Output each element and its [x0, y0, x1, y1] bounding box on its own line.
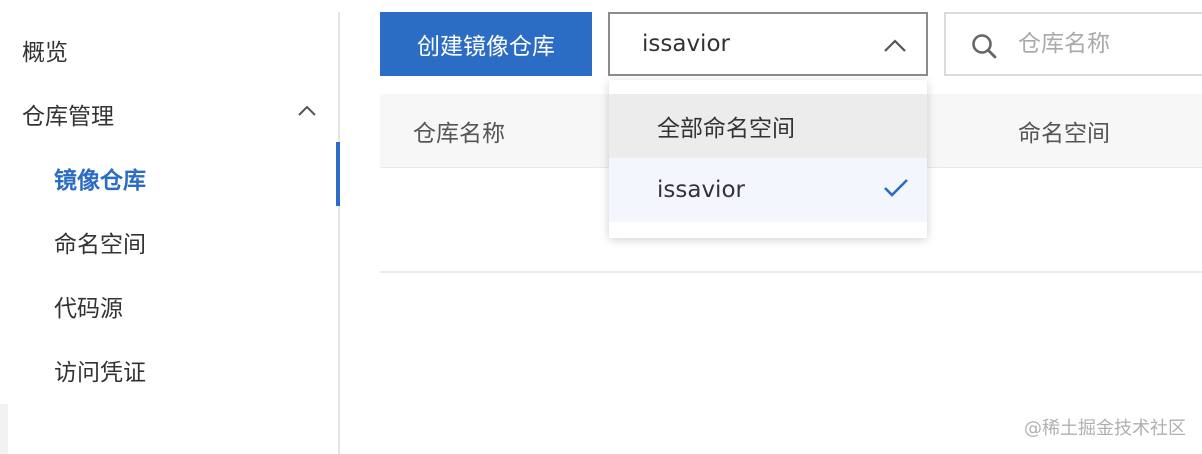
sidebar-item-namespaces[interactable]: 命名空间: [54, 210, 146, 274]
sidebar-group-label: 仓库管理: [22, 104, 114, 130]
column-header-namespace[interactable]: 命名空间: [1018, 94, 1110, 168]
search-box: [944, 12, 1202, 76]
create-repo-button-label: 创建镜像仓库: [417, 34, 555, 60]
create-repo-button[interactable]: 创建镜像仓库: [380, 12, 592, 76]
sidebar-item-label: 访问凭证: [54, 360, 146, 386]
sidebar-item-code-sources[interactable]: 代码源: [54, 274, 123, 338]
chevron-up-icon: [884, 39, 906, 52]
sidebar-item-label: 代码源: [54, 296, 123, 322]
sidebar-group-repo-management[interactable]: 仓库管理: [22, 82, 114, 146]
sidebar-item-label: 概览: [22, 40, 68, 66]
column-header-repo-name[interactable]: 仓库名称: [413, 94, 505, 168]
active-indicator: [336, 142, 340, 206]
dropdown-option-label: issavior: [657, 177, 745, 203]
dropdown-option-all-namespaces[interactable]: 全部命名空间: [609, 94, 927, 158]
sidebar-item-image-repos[interactable]: 镜像仓库: [54, 146, 146, 210]
table-body-divider: [380, 271, 1202, 273]
sidebar: 概览 仓库管理 镜像仓库 命名空间 代码源 访问凭证: [0, 0, 340, 454]
search-input[interactable]: [1018, 24, 1202, 64]
sidebar-item-label: 命名空间: [54, 232, 146, 258]
search-icon[interactable]: [970, 32, 998, 60]
dropdown-option-label: 全部命名空间: [657, 116, 795, 142]
namespace-select-value: issavior: [642, 31, 730, 57]
check-icon: [884, 179, 908, 197]
sidebar-edge: [0, 404, 8, 454]
sidebar-item-access-credentials[interactable]: 访问凭证: [54, 338, 146, 402]
watermark: @稀土掘金技术社区: [1024, 418, 1186, 439]
chevron-up-icon[interactable]: [296, 104, 318, 118]
sidebar-divider: [338, 12, 340, 454]
sidebar-item-overview[interactable]: 概览: [22, 18, 68, 82]
namespace-select[interactable]: issavior: [608, 12, 928, 76]
dropdown-option-issavior[interactable]: issavior: [609, 158, 927, 222]
sidebar-item-label: 镜像仓库: [54, 168, 146, 194]
namespace-dropdown: 全部命名空间 issavior: [609, 80, 927, 238]
